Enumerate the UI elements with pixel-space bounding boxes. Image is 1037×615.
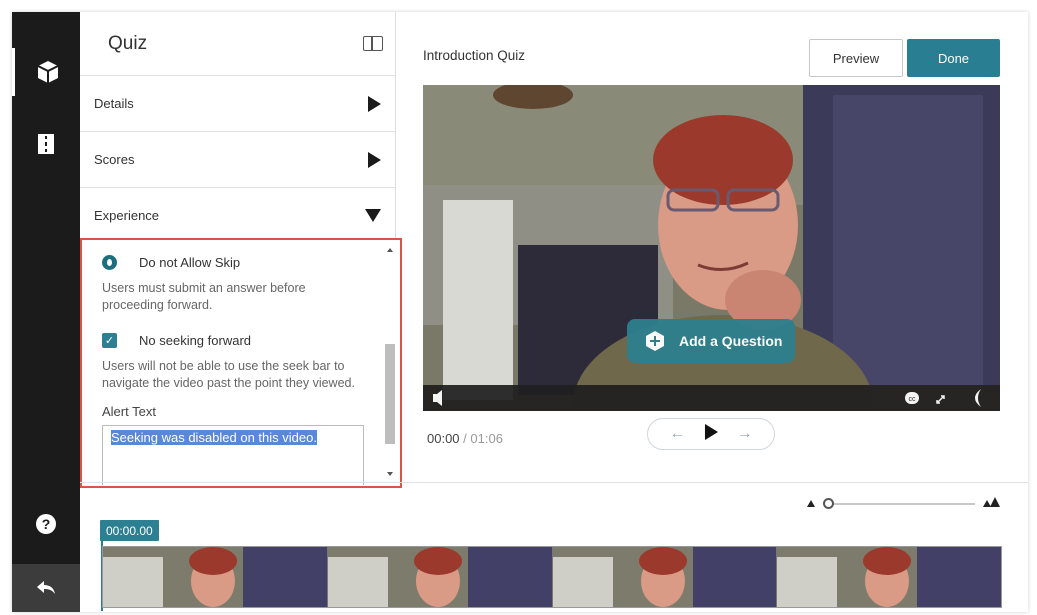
thumbnail xyxy=(777,547,1001,607)
thumbnail xyxy=(327,547,553,607)
caret-right-icon xyxy=(368,151,381,168)
plus-hexagon-icon xyxy=(645,331,665,351)
radio-button[interactable] xyxy=(102,254,117,270)
alert-text-label: Alert Text xyxy=(102,404,156,419)
scrollbar[interactable] xyxy=(384,248,396,478)
section-experience[interactable]: Experience xyxy=(80,188,395,244)
time-display: 00:00 / 01:06 xyxy=(427,431,503,446)
cube-icon[interactable] xyxy=(12,48,80,96)
next-arrow-icon[interactable]: → xyxy=(737,425,753,443)
option-label: No seeking forward xyxy=(139,332,251,348)
zoom-in-icon-large[interactable] xyxy=(990,497,1000,507)
thumbnail xyxy=(103,547,328,607)
thumbnail xyxy=(552,547,778,607)
scroll-up-icon[interactable] xyxy=(387,248,393,252)
playback-nav: ← → xyxy=(647,418,775,450)
section-details[interactable]: Details xyxy=(80,76,395,132)
scroll-thumb[interactable] xyxy=(385,344,395,444)
quiz-panel-header: Quiz xyxy=(80,12,395,76)
option-no-seek[interactable]: ✓ No seeking forward xyxy=(92,328,368,352)
section-scores[interactable]: Scores xyxy=(80,132,395,188)
zoom-track[interactable] xyxy=(825,503,975,505)
checkbox[interactable]: ✓ xyxy=(102,332,117,348)
add-question-label: Add a Question xyxy=(679,333,783,349)
option-help-text: Users must submit an answer before proce… xyxy=(102,281,306,312)
option-no-skip[interactable]: Do not Allow Skip xyxy=(92,250,368,274)
experience-settings: Do not Allow Skip Users must submit an a… xyxy=(80,238,402,488)
app-frame: ? Quiz Details Scores Experience Do not … xyxy=(12,12,1028,612)
add-question-button[interactable]: Add a Question xyxy=(627,319,795,363)
section-label: Details xyxy=(94,96,134,111)
panel-toggle-icon[interactable] xyxy=(363,36,383,51)
duration: 01:06 xyxy=(470,431,503,446)
svg-text:?: ? xyxy=(42,516,51,532)
timeline-thumbnails[interactable] xyxy=(102,546,1002,608)
section-label: Scores xyxy=(94,152,135,167)
scroll-down-icon[interactable] xyxy=(387,472,393,476)
page-title: Introduction Quiz xyxy=(423,48,526,63)
video-player[interactable]: cc Add a Question xyxy=(423,85,1000,411)
video-control-bar[interactable]: cc xyxy=(423,385,1000,411)
zoom-slider[interactable] xyxy=(807,496,1003,512)
divider xyxy=(80,482,1028,483)
caret-right-icon xyxy=(368,95,381,112)
timecode-badge: 00:00.00 xyxy=(100,520,159,541)
done-button[interactable]: Done xyxy=(907,39,1000,77)
alert-text-value: Seeking was disabled on this video. xyxy=(111,430,317,445)
zoom-knob[interactable] xyxy=(823,498,834,509)
option-label: Do not Allow Skip xyxy=(139,254,241,270)
prev-arrow-icon[interactable]: ← xyxy=(669,425,685,443)
play-icon[interactable] xyxy=(704,423,718,445)
current-time: 00:00 xyxy=(427,431,460,446)
help-icon[interactable]: ? xyxy=(12,500,80,548)
back-arrow-icon[interactable] xyxy=(12,564,80,612)
zoom-out-icon[interactable] xyxy=(807,500,815,507)
section-label: Experience xyxy=(94,208,160,223)
preview-button[interactable]: Preview xyxy=(809,39,903,77)
svg-text:cc: cc xyxy=(909,396,917,403)
left-rail: ? xyxy=(12,12,80,612)
option-help-text: Users will not be able to use the seek b… xyxy=(102,359,355,390)
alert-text-field[interactable]: Seeking was disabled on this video. xyxy=(102,425,364,485)
panel-title: Quiz xyxy=(108,32,148,54)
caret-down-icon xyxy=(365,209,381,222)
film-icon[interactable] xyxy=(12,120,80,168)
time-separator: / xyxy=(459,431,471,446)
